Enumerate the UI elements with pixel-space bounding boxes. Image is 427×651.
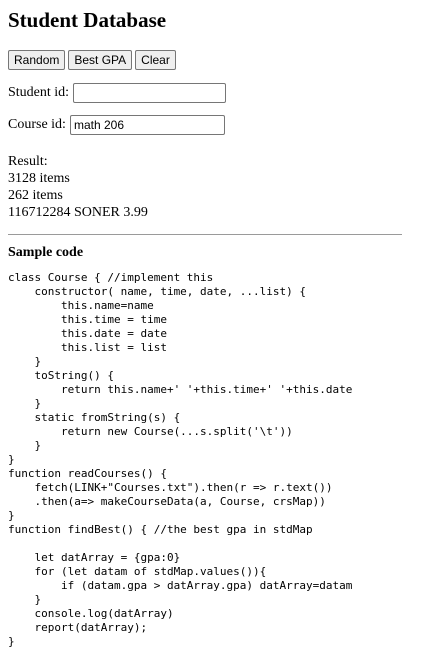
course-id-label: Course id: (8, 117, 66, 132)
sample-code-heading: Sample code (8, 245, 84, 260)
student-id-label: Student id: (8, 85, 70, 100)
student-id-row: Student id: (8, 83, 419, 103)
result-label: Result: (8, 154, 48, 169)
result-output: Result: 3128 items 262 items 116712284 S… (8, 153, 419, 221)
course-id-row: Course id: (8, 115, 419, 135)
result-line: 116712284 SONER 3.99 (8, 205, 148, 220)
random-button[interactable]: Random (8, 50, 66, 70)
result-line: 262 items (8, 188, 63, 203)
course-id-input[interactable] (69, 115, 225, 135)
clear-button[interactable]: Clear (135, 50, 176, 70)
page: Student Database Random Best GPA Clear S… (0, 0, 427, 649)
toolbar: Random Best GPA Clear (8, 50, 419, 70)
sample-code-block: class Course { //implement this construc… (8, 271, 353, 648)
result-line: 3128 items (8, 171, 70, 186)
student-id-input[interactable] (73, 83, 227, 103)
divider (8, 234, 402, 235)
page-title: Student Database (8, 8, 167, 32)
best-gpa-button[interactable]: Best GPA (68, 50, 133, 70)
